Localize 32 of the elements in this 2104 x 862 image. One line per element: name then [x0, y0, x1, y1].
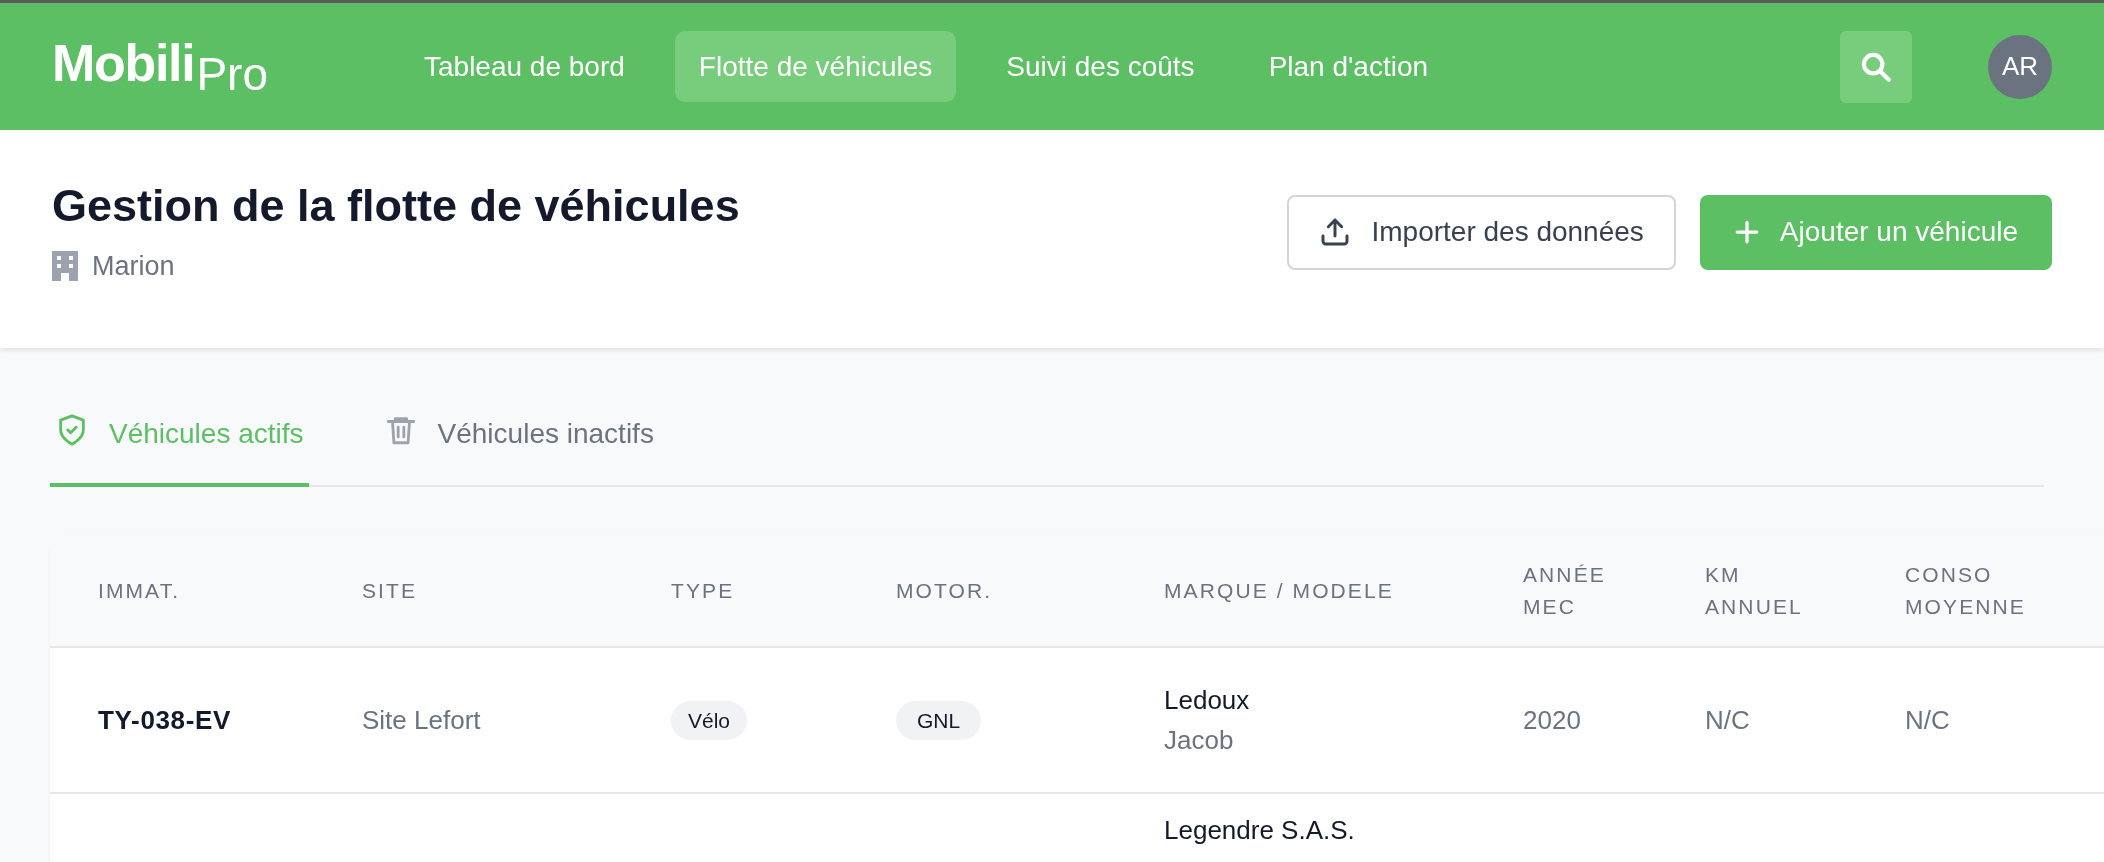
table-cell: 2020 [1523, 704, 1581, 735]
plus-icon [1733, 219, 1760, 245]
nav-link[interactable]: Flotte de véhicules [674, 31, 957, 102]
page-title: Gestion de la flotte de véhicules [52, 178, 740, 233]
add-vehicle-button[interactable]: Ajouter un véhicule [1699, 194, 2052, 270]
table-cell-text: Legendre S.A.S. [1164, 814, 1356, 847]
table-cell: TY-038-EV [98, 704, 232, 735]
nav-link[interactable]: Plan d'action [1244, 31, 1453, 102]
import-button[interactable]: Importer des données [1287, 194, 1676, 270]
column-header: KM ANNUEL [1705, 561, 1803, 620]
tab[interactable]: Véhicules inactifs [378, 413, 659, 487]
column-header: IMMAT. [98, 577, 181, 604]
column-header: MARQUE / MODELE [1164, 577, 1394, 604]
user-avatar[interactable]: AR [1988, 34, 2052, 99]
nav-link[interactable]: Tableau de bord [400, 31, 649, 102]
nav-link[interactable]: Suivi des coûts [982, 31, 1219, 102]
type-tag: Vélo [671, 700, 748, 741]
column-header: ANNÉE MEC [1523, 561, 1606, 620]
table-cell-text: Ledoux [1164, 684, 1251, 717]
building-icon [52, 251, 78, 282]
site-name: Marion [92, 249, 175, 283]
motor-tag: GNL [896, 700, 982, 741]
tab[interactable]: Véhicules actifs [50, 413, 309, 487]
column-header: MOTOR. [896, 577, 993, 604]
table-cell-text: Jacob [1164, 724, 1235, 757]
table-cell: Site Lefort [362, 704, 481, 735]
table-cell: N/C [1705, 704, 1750, 735]
column-header: TYPE [671, 577, 735, 604]
column-header: CONSO MOYENNE [1905, 561, 2026, 620]
column-header: SITE [362, 577, 418, 604]
search-button[interactable] [1840, 30, 1912, 103]
table-cell: N/C [1905, 704, 1950, 735]
